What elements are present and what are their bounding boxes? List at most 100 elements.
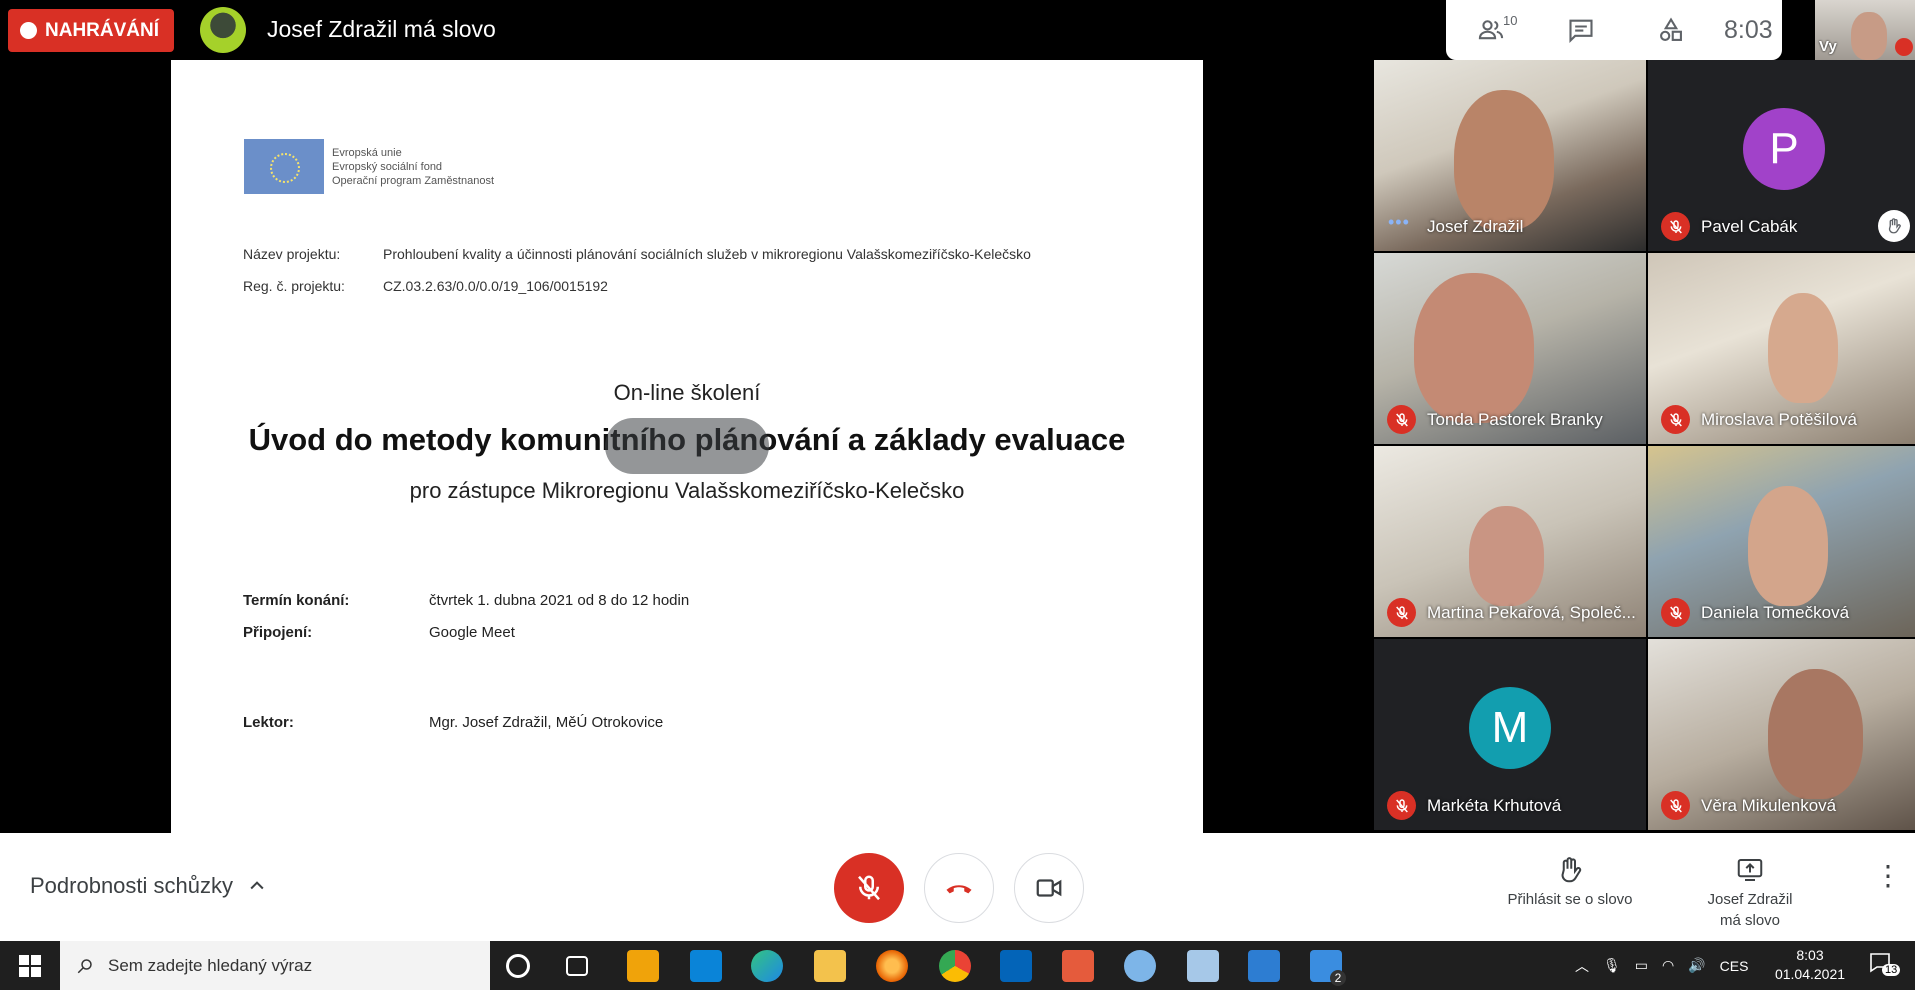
self-label: Vy	[1819, 38, 1837, 55]
cortana-icon[interactable]	[506, 954, 530, 978]
participants-button[interactable]: 10	[1446, 0, 1536, 60]
clock-time: 8:03	[1796, 947, 1824, 963]
participant-name: Markéta Krhutová	[1427, 796, 1562, 815]
activities-button[interactable]	[1626, 0, 1716, 60]
participant-tile[interactable]: Daniela Tomečková	[1648, 446, 1915, 637]
file-explorer-icon[interactable]	[814, 950, 846, 982]
taskbar-clock[interactable]: 8:03 01.04.2021	[1770, 946, 1850, 984]
eu-logo-text: Evropská unie Evropský sociální fond Ope…	[332, 146, 494, 188]
app-icon[interactable]	[690, 950, 722, 982]
raised-hand-icon	[1878, 210, 1910, 242]
participant-video	[1748, 486, 1828, 606]
snipping-tool-icon[interactable]	[1062, 950, 1094, 982]
connection-label: Připojení:	[243, 624, 313, 641]
lector-value: Mgr. Josef Zdražil, MěÚ Otrokovice	[429, 714, 664, 731]
camera-icon	[1036, 879, 1062, 897]
language-indicator[interactable]: CES	[1720, 958, 1749, 974]
self-view-tile[interactable]: Vy	[1815, 0, 1915, 60]
notification-count: 13	[1882, 964, 1901, 976]
reg-value: CZ.03.2.63/0.0/0.0/19_106/0015192	[383, 278, 608, 294]
reg-number-row: Reg. č. projektu: CZ.03.2.63/0.0/0.0/19_1…	[243, 278, 608, 294]
present-screen-icon	[1737, 859, 1763, 881]
online-label: On-line školení	[613, 380, 761, 405]
participant-name: Daniela Tomečková	[1701, 603, 1850, 622]
participant-tile[interactable]: Martina Pekařová, Společ...	[1374, 446, 1646, 637]
participant-tile[interactable]: Věra Mikulenková	[1648, 639, 1915, 830]
meeting-details-label: Podrobnosti schůzky	[30, 873, 233, 898]
participant-avatar: P	[1743, 107, 1825, 190]
mic-off-icon	[1387, 598, 1416, 627]
mic-off-icon	[1661, 791, 1690, 820]
windows-logo-icon	[19, 954, 41, 977]
participant-tile[interactable]: Tonda Pastorek Branky	[1374, 253, 1646, 444]
chevron-up-icon	[250, 881, 264, 890]
raise-hand-button[interactable]: Přihlásit se o slovo	[1490, 855, 1650, 910]
leave-call-button[interactable]	[924, 853, 994, 923]
chevron-up-icon[interactable]: ︿	[1575, 956, 1589, 976]
word-icon[interactable]: 2	[1310, 950, 1346, 986]
firefox-icon[interactable]	[876, 950, 908, 982]
participant-video	[1454, 90, 1554, 230]
participant-name: Miroslava Potěšilová	[1701, 410, 1857, 429]
meeting-details-button[interactable]: Podrobnosti schůzky	[30, 873, 267, 899]
more-options-icon[interactable]: ⋮	[1874, 862, 1902, 890]
camera-toggle-button[interactable]	[1014, 853, 1084, 923]
recording-badge[interactable]: NAHRÁVÁNÍ	[8, 9, 174, 52]
chat-button[interactable]	[1536, 0, 1626, 60]
taskbar-search-box[interactable]: Sem zadejte hledaný výraz	[60, 941, 490, 990]
connection-value: Google Meet	[429, 624, 515, 641]
calculator-icon[interactable]	[1248, 950, 1280, 982]
participant-tile[interactable]: Miroslava Potěšilová	[1648, 253, 1915, 444]
notification-center-button[interactable]: 13	[1868, 950, 1901, 980]
people-icon	[1478, 20, 1504, 40]
microphone-toggle-button[interactable]	[834, 853, 904, 923]
wifi-icon[interactable]: ◠	[1662, 957, 1674, 974]
search-icon	[77, 958, 92, 973]
top-controls: 10 8:03	[1446, 0, 1782, 60]
clock-date: 01.04.2021	[1774, 966, 1846, 982]
presenting-button[interactable]: Josef Zdražil má slovo	[1685, 855, 1815, 931]
mic-off-icon	[1661, 598, 1690, 627]
presentation-controls-overlay[interactable]	[605, 418, 769, 474]
meeting-time: 8:03	[1724, 15, 1773, 44]
outlook-icon[interactable]	[1000, 950, 1032, 982]
store-icon[interactable]	[627, 950, 659, 982]
participant-tile[interactable]: P Pavel Cabák	[1648, 60, 1915, 251]
eu-line-3: Operační program Zaměstnanost	[332, 174, 495, 187]
recording-label: NAHRÁVÁNÍ	[45, 19, 159, 41]
word-badge: 2	[1330, 970, 1346, 986]
date-value: čtvrtek 1. dubna 2021 od 8 do 12 hodin	[429, 592, 690, 609]
speaking-indicator-icon: •••	[1388, 212, 1410, 232]
connection-row: Připojení: Google Meet	[243, 624, 515, 641]
project-name-value: Prohloubení kvality a účinnosti plánován…	[383, 246, 1031, 262]
speaker-title: Josef Zdražil má slovo	[267, 16, 496, 42]
participant-name: Martina Pekařová, Společ...	[1427, 603, 1636, 622]
hang-up-icon	[946, 885, 972, 894]
paint-icon[interactable]	[1124, 950, 1156, 982]
task-view-icon[interactable]	[566, 956, 588, 976]
raise-hand-label: Přihlásit se o slovo	[1507, 891, 1633, 908]
self-mic-off-icon	[1895, 38, 1913, 56]
volume-icon[interactable]: 🔊	[1688, 957, 1705, 974]
self-video	[1851, 12, 1887, 60]
start-button[interactable]	[0, 941, 60, 990]
participant-name: Tonda Pastorek Branky	[1427, 410, 1603, 429]
mic-off-icon	[858, 875, 880, 901]
battery-icon[interactable]: ▭	[1635, 957, 1648, 974]
windows-taskbar: Sem zadejte hledaný výraz 2 ︿ 🎙 ▭ ◠ 🔊 CE…	[0, 941, 1915, 990]
top-bar: NAHRÁVÁNÍ Josef Zdražil má slovo 10 8:03…	[0, 0, 1915, 60]
microphone-tray-icon[interactable]: 🎙	[1603, 957, 1621, 974]
chrome-icon[interactable]	[939, 950, 971, 982]
date-label: Termín konání:	[243, 592, 350, 609]
participant-tile[interactable]: ••• Josef Zdražil	[1374, 60, 1646, 251]
participant-video	[1414, 273, 1534, 423]
participant-tile[interactable]: M Markéta Krhutová	[1374, 639, 1646, 830]
chat-icon	[1569, 19, 1593, 44]
mic-off-icon	[1661, 212, 1690, 241]
edge-icon[interactable]	[751, 950, 783, 982]
participant-video	[1469, 506, 1544, 606]
recording-dot-icon	[20, 22, 37, 39]
lector-row: Lektor: Mgr. Josef Zdražil, MěÚ Otrokovic…	[243, 714, 663, 731]
search-placeholder: Sem zadejte hledaný výraz	[108, 955, 313, 975]
notepad-icon[interactable]	[1187, 950, 1219, 982]
